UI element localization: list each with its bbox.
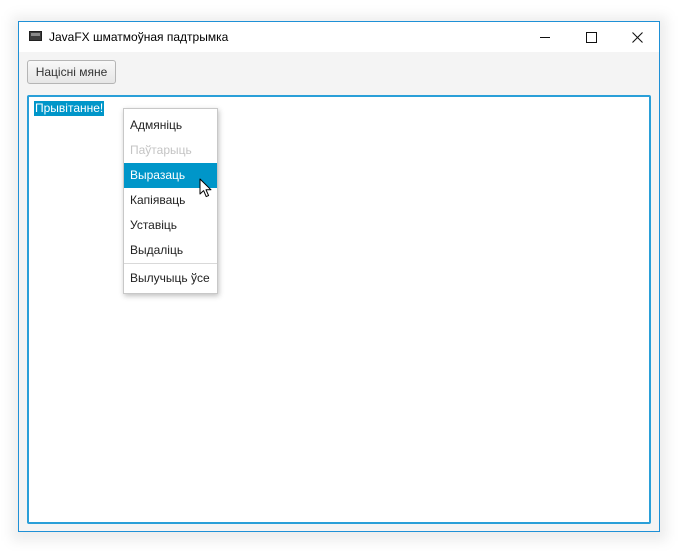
mouse-pointer-icon	[199, 178, 212, 198]
context-menu: Адмяніць Паўтарыць Выразаць Капіяваць Ус…	[123, 108, 218, 294]
menu-item-paste[interactable]: Уставіць	[124, 213, 217, 238]
title-bar[interactable]: JavaFX шматмоўная падтрымка	[19, 22, 659, 52]
menu-item-delete[interactable]: Выдаліць	[124, 238, 217, 263]
minimize-icon	[540, 36, 550, 38]
minimize-button[interactable]	[522, 22, 568, 52]
menu-item-redo: Паўтарыць	[130, 143, 192, 157]
menu-item-select-all[interactable]: Вылучыць ўсе	[124, 266, 217, 291]
selected-text: Прывітанне!	[34, 101, 105, 116]
close-button[interactable]	[614, 22, 660, 52]
window-title: JavaFX шматмоўная падтрымка	[49, 30, 229, 44]
menu-item-undo[interactable]: Адмяніць	[124, 113, 217, 138]
app-icon	[29, 31, 42, 41]
maximize-icon	[585, 31, 597, 43]
menu-separator	[124, 263, 217, 264]
text-area[interactable]: Прывітанне!	[27, 95, 651, 524]
maximize-button[interactable]	[568, 22, 614, 52]
close-icon	[631, 31, 643, 43]
app-window: JavaFX шматмоўная падтрымка Націсні мяне…	[18, 21, 660, 532]
click-me-button[interactable]: Націсні мяне	[27, 60, 116, 84]
